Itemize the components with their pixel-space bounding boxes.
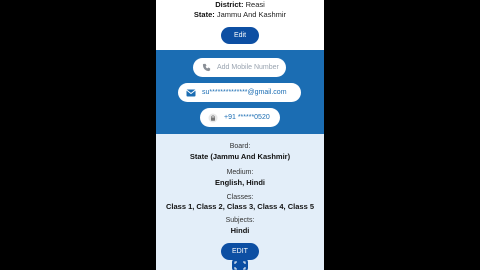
right-letterbox <box>324 0 480 270</box>
details-section: Board: State (Jammu And Kashmir) Medium:… <box>156 134 324 270</box>
state-value: Jammu And Kashmir <box>216 10 287 19</box>
state-row: State: Jammu And Kashmir <box>156 11 324 19</box>
phone-icon <box>201 63 211 73</box>
subjects-value: Hindi <box>230 226 250 235</box>
state-label: State: <box>193 10 215 19</box>
board-value: State (Jammu And Kashmir) <box>189 152 291 161</box>
location-section: District: Reasi State: Jammu And Kashmir… <box>156 0 324 50</box>
district-row: District: Reasi <box>156 1 324 9</box>
email-value: su**************@gmail.com <box>202 89 287 96</box>
district-label: District: <box>215 0 244 9</box>
medium-label: Medium: <box>226 169 254 176</box>
mail-icon <box>186 88 196 98</box>
contact-section: Add Mobile Number su**************@gmail… <box>156 50 324 134</box>
phone-screen: District: Reasi State: Jammu And Kashmir… <box>156 0 324 270</box>
lock-icon <box>208 113 218 123</box>
district-value: Reasi <box>245 0 265 9</box>
scan-icon[interactable] <box>232 258 248 270</box>
medium-value: English, Hindi <box>215 178 265 187</box>
classes-value: Class 1, Class 2, Class 3, Class 4, Clas… <box>165 202 314 211</box>
phone-value: +91 ******0520 <box>224 114 270 121</box>
classes-label: Classes: <box>226 194 254 201</box>
mobile-number-placeholder: Add Mobile Number <box>217 64 279 71</box>
email-field[interactable]: su**************@gmail.com <box>178 83 301 102</box>
subjects-label: Subjects: <box>225 217 255 224</box>
board-label: Board: <box>229 143 251 150</box>
phone-field[interactable]: +91 ******0520 <box>200 108 280 127</box>
mobile-number-field[interactable]: Add Mobile Number <box>193 58 286 77</box>
left-letterbox <box>0 0 156 270</box>
edit-location-button[interactable]: Edit <box>221 27 259 44</box>
